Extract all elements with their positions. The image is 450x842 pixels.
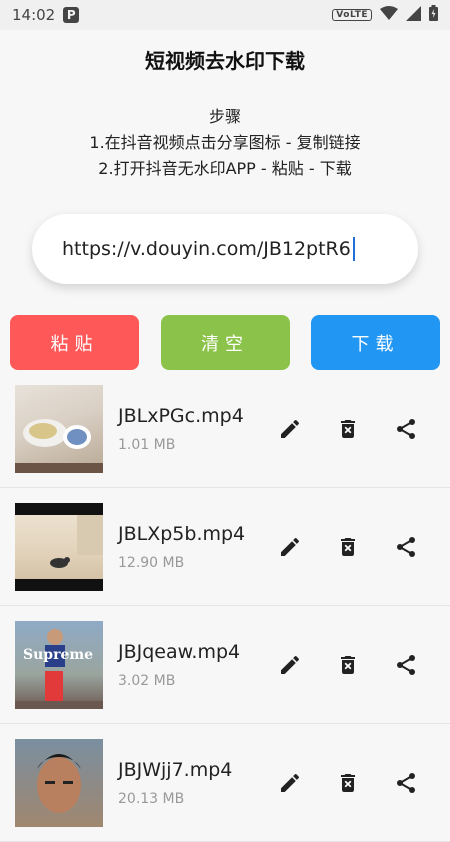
thumbnail-caption: Supreme xyxy=(23,646,94,663)
url-input[interactable]: https://v.douyin.com/JB12ptR6 xyxy=(32,214,418,284)
edit-icon[interactable] xyxy=(278,653,302,677)
volte-icon: VoLTE xyxy=(332,9,372,21)
video-thumbnail[interactable] xyxy=(15,502,103,591)
share-icon[interactable] xyxy=(394,417,418,441)
status-time: 14:02 xyxy=(12,6,56,24)
file-name: JBLXp5b.mp4 xyxy=(118,522,246,545)
file-item[interactable]: Supreme JBJqeaw.mp4 3.02 MB xyxy=(0,606,450,724)
app-notification-icon: P xyxy=(63,7,80,23)
steps-heading: 步骤 xyxy=(208,107,241,126)
step-1: 1.在抖音视频点击分享图标 - 复制链接 xyxy=(89,133,361,152)
file-size: 1.01 MB xyxy=(118,436,176,453)
video-thumbnail[interactable] xyxy=(15,384,103,473)
delete-icon[interactable] xyxy=(336,771,360,795)
video-thumbnail[interactable] xyxy=(15,738,103,827)
share-icon[interactable] xyxy=(394,535,418,559)
app-title: 短视频去水印下载 xyxy=(145,48,305,73)
file-size: 20.13 MB xyxy=(118,790,185,807)
signal-icon xyxy=(406,5,421,25)
file-name: JBLxPGc.mp4 xyxy=(118,404,244,427)
paste-button[interactable]: 粘贴 xyxy=(10,315,139,370)
file-name: JBJWjj7.mp4 xyxy=(118,758,233,781)
edit-icon[interactable] xyxy=(278,417,302,441)
text-caret xyxy=(352,237,355,261)
url-input-value: https://v.douyin.com/JB12ptR6 xyxy=(62,238,351,260)
step-2: 2.打开抖音无水印APP - 粘贴 - 下载 xyxy=(98,159,352,178)
clear-button[interactable]: 清空 xyxy=(160,315,290,370)
share-icon[interactable] xyxy=(394,653,418,677)
file-item[interactable]: JBLXp5b.mp4 12.90 MB xyxy=(0,488,450,606)
file-size: 12.90 MB xyxy=(118,554,185,571)
delete-icon[interactable] xyxy=(336,535,360,559)
share-icon[interactable] xyxy=(394,771,418,795)
edit-icon[interactable] xyxy=(278,771,302,795)
file-size: 3.02 MB xyxy=(118,672,176,689)
edit-icon[interactable] xyxy=(278,535,302,559)
wifi-icon xyxy=(380,6,398,24)
battery-icon xyxy=(429,5,438,25)
file-name: JBJqeaw.mp4 xyxy=(118,640,241,663)
status-bar: 14:02 P VoLTE xyxy=(0,0,450,30)
file-item[interactable]: JBJWjj7.mp4 20.13 MB xyxy=(0,724,450,842)
video-thumbnail[interactable]: Supreme xyxy=(15,620,103,709)
download-button[interactable]: 下载 xyxy=(311,315,440,370)
delete-icon[interactable] xyxy=(336,417,360,441)
instructions: 步骤 1.在抖音视频点击分享图标 - 复制链接 2.打开抖音无水印APP - 粘… xyxy=(0,104,450,182)
file-item[interactable]: JBLxPGc.mp4 1.01 MB xyxy=(0,370,450,488)
file-list: JBLxPGc.mp4 1.01 MB JBLXp5b.mp4 12.90 MB… xyxy=(0,370,450,842)
delete-icon[interactable] xyxy=(336,653,360,677)
action-buttons: 粘贴 清空 下载 xyxy=(10,315,440,370)
